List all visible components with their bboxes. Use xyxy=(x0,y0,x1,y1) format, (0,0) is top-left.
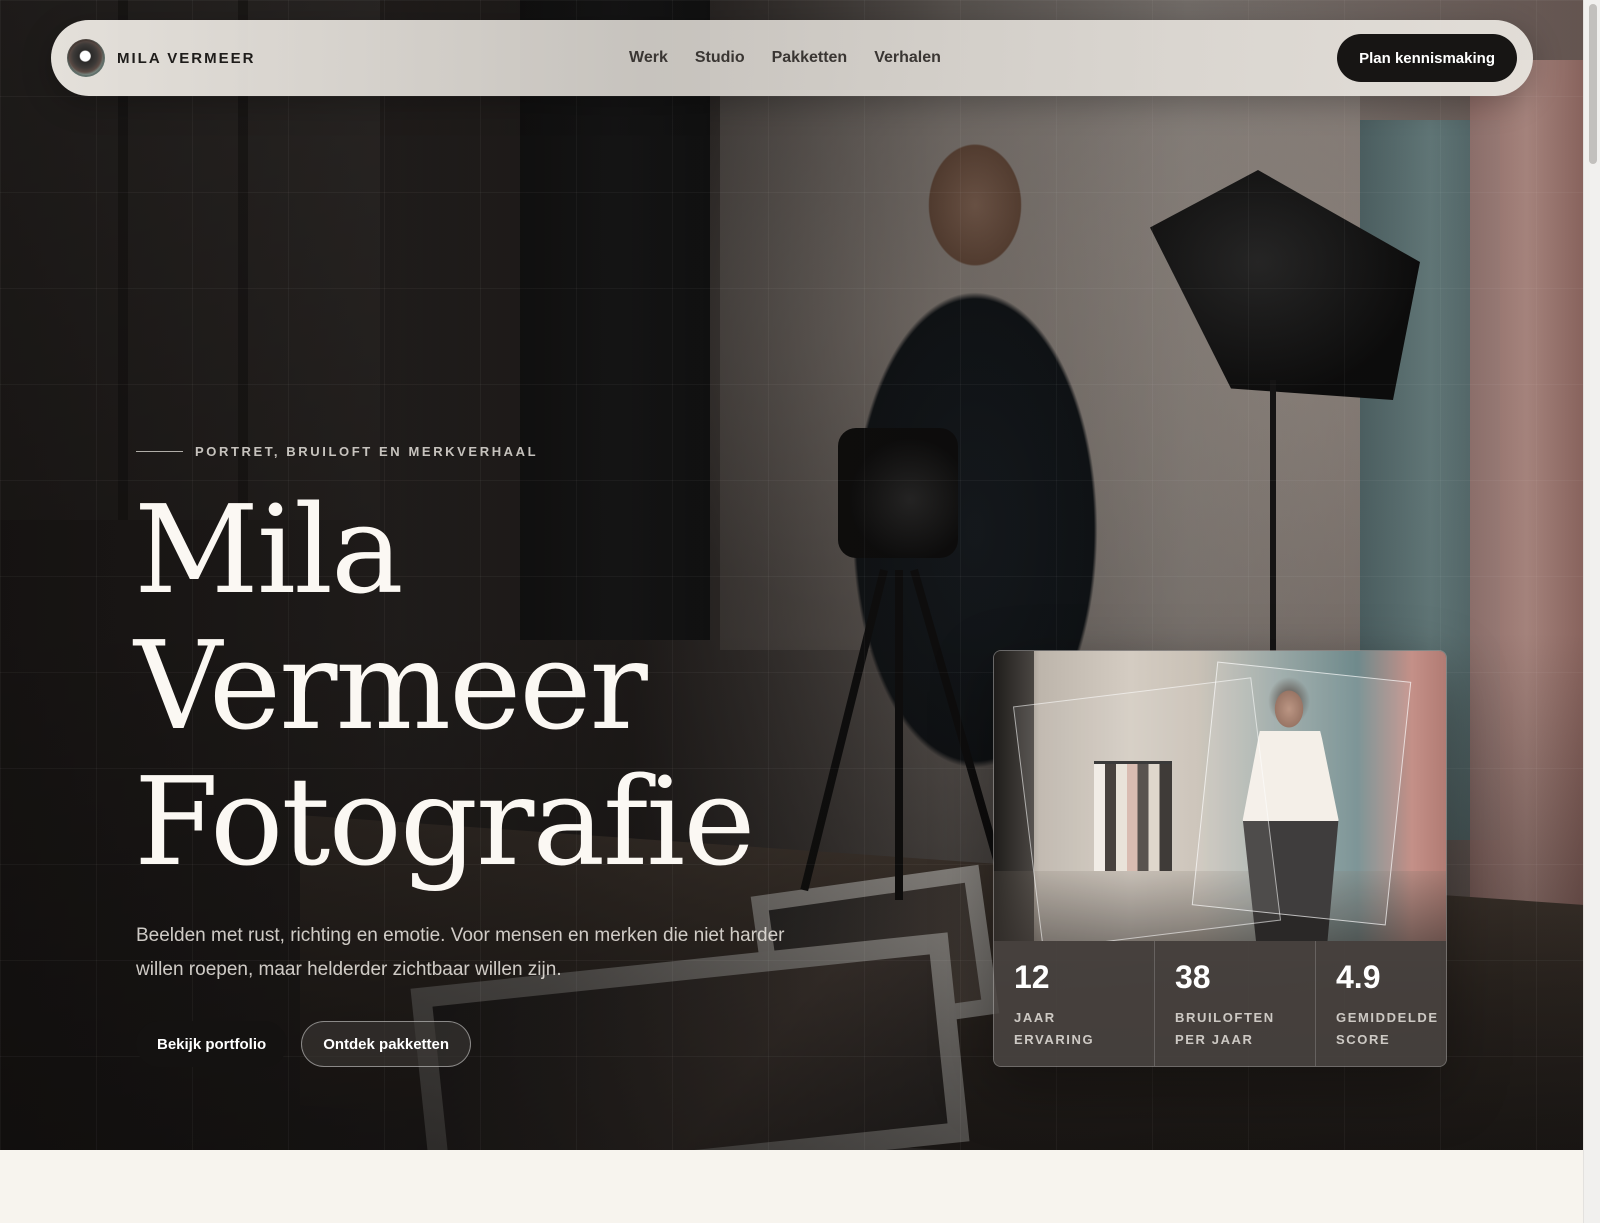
top-navigation: MILA VERMEER Werk Studio Pakketten Verha… xyxy=(51,20,1533,96)
stats-row: 12 JAAR ERVARING 38 BRUILOFTEN PER JAAR … xyxy=(994,941,1446,1066)
nav-link-verhalen[interactable]: Verhalen xyxy=(874,49,941,67)
plan-intro-button[interactable]: Plan kennismaking xyxy=(1337,34,1517,82)
stat-value: 12 xyxy=(1014,959,1050,995)
stat-label: GEMIDDELDE SCORE xyxy=(1336,1010,1439,1047)
hero-title-line: Mila xyxy=(134,479,404,621)
nav-links: Werk Studio Pakketten Verhalen xyxy=(629,20,941,96)
nav-link-werk[interactable]: Werk xyxy=(629,49,668,67)
lens-logo-icon xyxy=(67,39,105,77)
discover-packages-button[interactable]: Ontdek pakketten xyxy=(301,1021,472,1067)
hero-title: Mila Vermeer Fotografie xyxy=(134,482,834,890)
stat-experience: 12 JAAR ERVARING xyxy=(994,941,1155,1066)
hero-subtitle: Beelden met rust, richting en emotie. Vo… xyxy=(136,925,785,980)
view-portfolio-button[interactable]: Bekijk portfolio xyxy=(136,1021,288,1067)
stat-label: JAAR ERVARING xyxy=(1014,1010,1095,1047)
hero-section: PORTRET, BRUILOFT EN MERKVERHAAL Mila Ve… xyxy=(0,0,1583,1150)
page-scrollbar[interactable] xyxy=(1583,0,1600,1223)
glass-frame xyxy=(1191,661,1412,926)
brand[interactable]: MILA VERMEER xyxy=(67,39,255,77)
stat-value: 4.9 xyxy=(1336,959,1381,995)
nav-link-studio[interactable]: Studio xyxy=(695,49,745,67)
feature-card: 12 JAAR ERVARING 38 BRUILOFTEN PER JAAR … xyxy=(993,650,1447,1067)
hero-buttons: Bekijk portfolio Ontdek pakketten xyxy=(136,1021,472,1067)
stat-label: BRUILOFTEN PER JAAR xyxy=(1175,1010,1275,1047)
hero-eyebrow: PORTRET, BRUILOFT EN MERKVERHAAL xyxy=(136,444,538,459)
hero-title-line: Vermeer xyxy=(134,615,648,757)
studio-portrait-photo xyxy=(994,651,1446,941)
stat-weddings: 38 BRUILOFTEN PER JAAR xyxy=(1155,941,1316,1066)
eyebrow-line xyxy=(136,451,183,452)
stat-value: 38 xyxy=(1175,959,1211,995)
scrollbar-thumb[interactable] xyxy=(1589,4,1597,164)
eyebrow-text: PORTRET, BRUILOFT EN MERKVERHAAL xyxy=(195,444,539,459)
nav-link-pakketten[interactable]: Pakketten xyxy=(772,49,848,67)
hero-title-line: Fotografie xyxy=(134,751,755,893)
stat-score: 4.9 GEMIDDELDE SCORE xyxy=(1316,941,1446,1066)
brand-name: MILA VERMEER xyxy=(117,49,256,67)
